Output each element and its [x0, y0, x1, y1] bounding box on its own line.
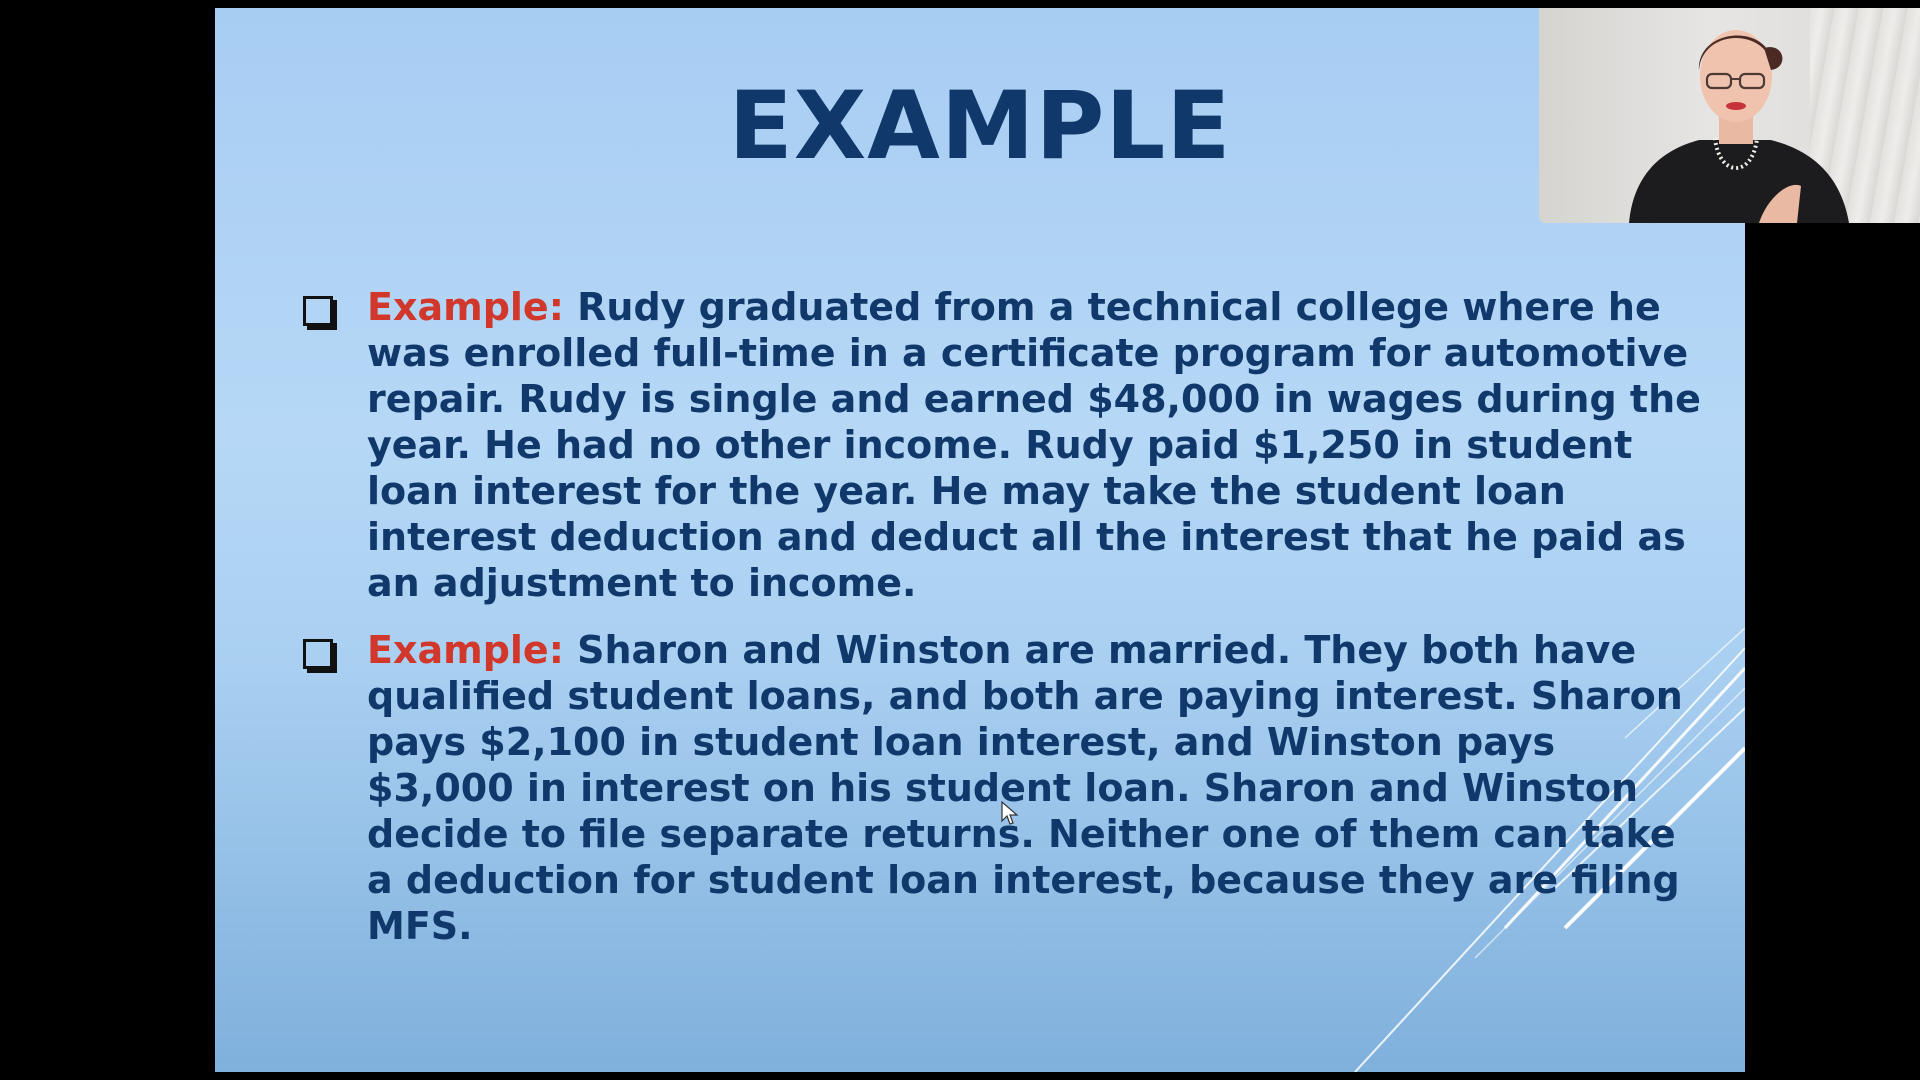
- presentation-screen: EXAMPLE Example: Rudy graduated from a t…: [0, 0, 1920, 1080]
- presenter-video: [1629, 30, 1849, 223]
- checkbox-bullet-icon: [303, 639, 333, 669]
- slide: EXAMPLE Example: Rudy graduated from a t…: [215, 8, 1745, 1072]
- bullet-lead: Example:: [367, 285, 564, 329]
- bullet-text: Rudy graduated from a technical college …: [367, 285, 1701, 605]
- slide-title: EXAMPLE: [728, 72, 1232, 181]
- checkbox-bullet-icon: [303, 296, 333, 326]
- bullet-item-rudy: Example: Rudy graduated from a technical…: [303, 284, 1713, 606]
- bullet-text: Sharon and Winston are married. They bot…: [367, 628, 1683, 948]
- bullet-item-sharon-winston: Example: Sharon and Winston are married.…: [303, 627, 1713, 949]
- mouse-pointer-icon: [1001, 801, 1019, 825]
- bullet-lead: Example:: [367, 628, 564, 672]
- webcam-overlay: [1539, 8, 1920, 223]
- bullet-list: Example: Rudy graduated from a technical…: [303, 284, 1713, 970]
